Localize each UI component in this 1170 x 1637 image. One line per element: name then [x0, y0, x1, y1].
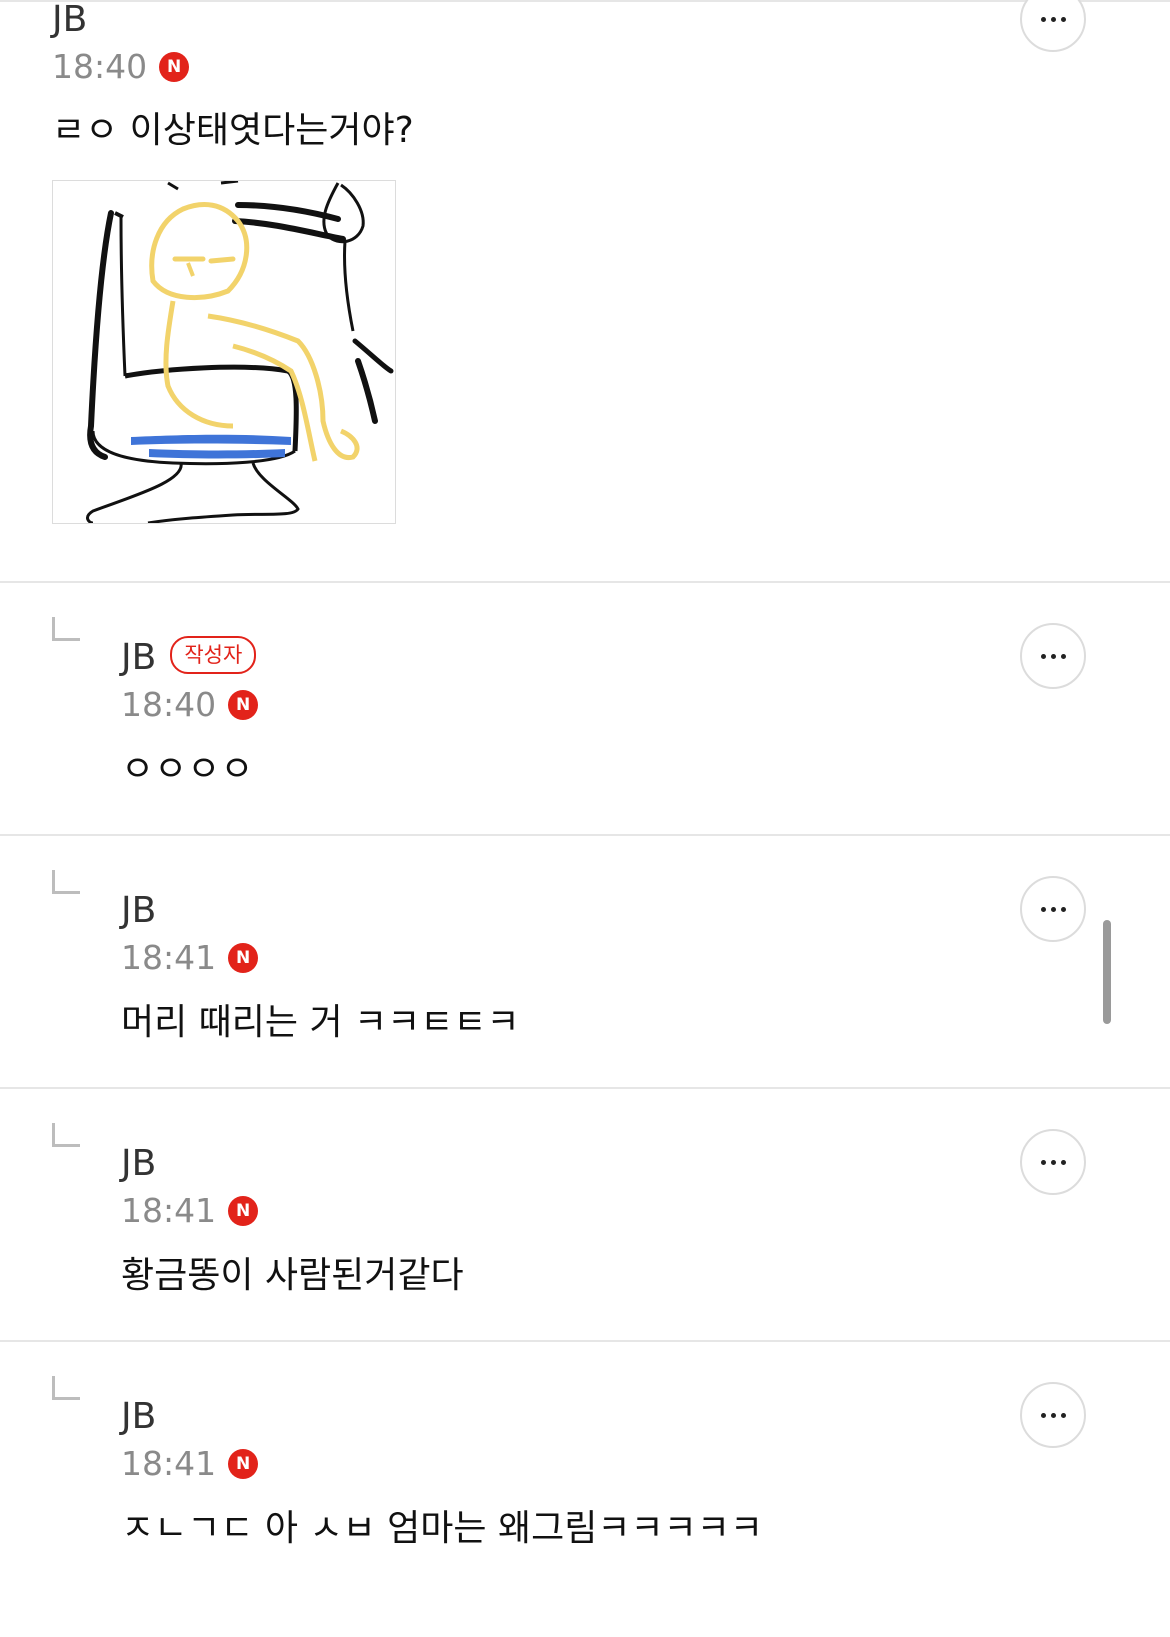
- reply-arrow-icon: [52, 1123, 80, 1147]
- comment-meta: 18:40 N: [52, 47, 190, 86]
- reply-item: JB 18:41 N 머리 때리는 거 ㅋㅋㅌㅌㅋ: [0, 836, 1170, 1089]
- comment-text: ㅇㅇㅇㅇ: [121, 749, 254, 790]
- comment-text: 황금똥이 사람된거같다: [121, 1255, 464, 1296]
- new-badge: N: [228, 689, 259, 720]
- reply-item: JB 18:41 N ㅈㄴㄱㄷ 아 ㅅㅂ 엄마는 왜그림ㅋㅋㅋㅋㅋ: [0, 1342, 1170, 1637]
- reply-arrow-icon: [52, 617, 80, 641]
- comment-author[interactable]: JB: [121, 1399, 156, 1435]
- comment-text: ㄹㅇ 이상태엿다는거야?: [52, 110, 414, 151]
- new-badge: N: [228, 942, 259, 973]
- reply-item: JB 18:41 N 황금똥이 사람된거같다: [0, 1089, 1170, 1342]
- comment-time: 18:40: [52, 47, 148, 86]
- comment-author[interactable]: JB: [121, 637, 156, 678]
- more-options-icon: [1040, 653, 1066, 659]
- more-options-button[interactable]: [1020, 876, 1086, 942]
- writer-badge: 작성자: [170, 636, 257, 674]
- more-options-icon: [1040, 1159, 1066, 1165]
- comment-meta: 18:41 N: [121, 938, 259, 977]
- comment-time: 18:40: [121, 685, 217, 724]
- more-options-icon: [1040, 906, 1066, 912]
- comment-meta: 18:40 N: [121, 685, 259, 724]
- more-options-button[interactable]: [1020, 0, 1086, 52]
- comment-time: 18:41: [121, 1444, 217, 1483]
- comment-author[interactable]: JB: [121, 893, 156, 929]
- more-options-button[interactable]: [1020, 623, 1086, 689]
- more-options-button[interactable]: [1020, 1129, 1086, 1195]
- comment-meta: 18:41 N: [121, 1444, 259, 1483]
- more-options-button[interactable]: [1020, 1382, 1086, 1448]
- reply-arrow-icon: [52, 1376, 80, 1400]
- more-options-icon: [1040, 1412, 1066, 1418]
- reply-item: JB 작성자 18:40 N ㅇㅇㅇㅇ: [0, 583, 1170, 836]
- comment-text: ㅈㄴㄱㄷ 아 ㅅㅂ 엄마는 왜그림ㅋㅋㅋㅋㅋ: [121, 1508, 763, 1549]
- comment-time: 18:41: [121, 1191, 217, 1230]
- comment-author-row: JB 작성자: [121, 636, 257, 678]
- comment-time: 18:41: [121, 938, 217, 977]
- new-badge: N: [228, 1448, 259, 1479]
- comment-text: 머리 때리는 거 ㅋㅋㅌㅌㅋ: [121, 1002, 520, 1043]
- comment-author[interactable]: JB: [52, 2, 87, 38]
- drawing-image: [86, 179, 394, 525]
- comment-meta: 18:41 N: [121, 1191, 259, 1230]
- scrollbar-thumb[interactable]: [1103, 920, 1111, 1024]
- new-badge: N: [159, 51, 190, 82]
- new-badge: N: [228, 1195, 259, 1226]
- reply-arrow-icon: [52, 870, 80, 894]
- more-options-icon: [1040, 16, 1066, 22]
- comment-item: JB 18:40 N ㄹㅇ 이상태엿다는거야?: [0, 0, 1170, 583]
- comment-author[interactable]: JB: [121, 1146, 156, 1182]
- comment-attached-drawing[interactable]: [52, 179, 396, 525]
